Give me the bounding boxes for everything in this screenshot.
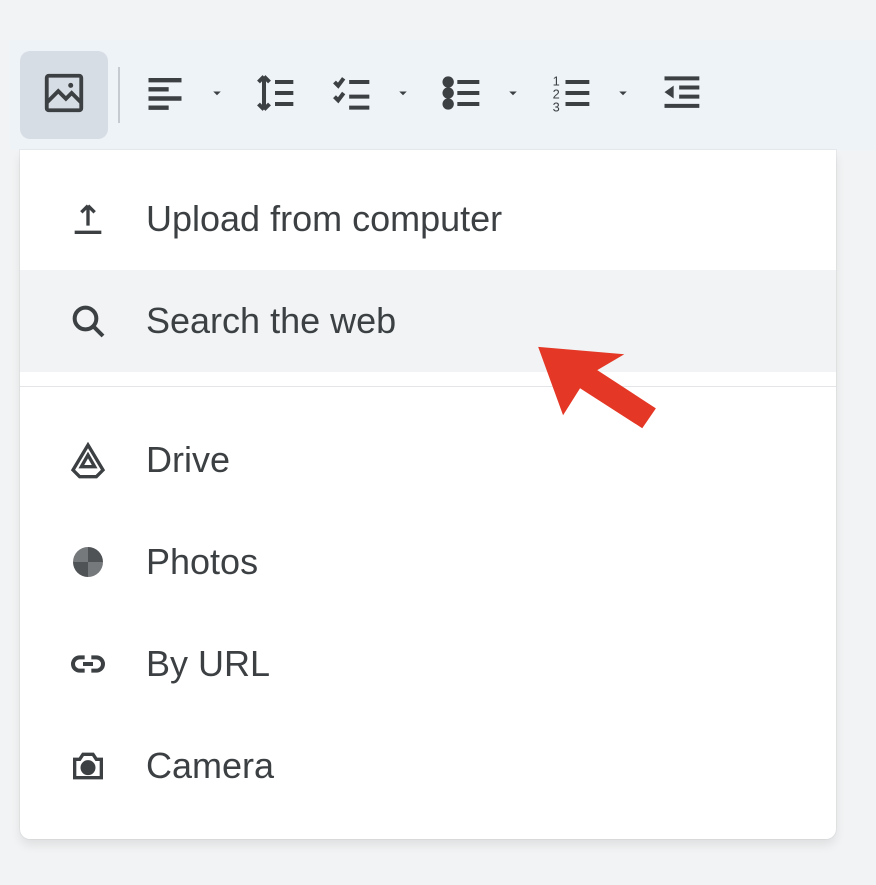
toolbar-region: 1 2 3	[10, 40, 876, 150]
chevron-down-icon	[504, 84, 522, 107]
decrease-indent-button[interactable]	[646, 51, 716, 139]
align-button[interactable]	[130, 51, 200, 139]
align-dropdown[interactable]	[200, 84, 234, 107]
menu-item-drive[interactable]: Drive	[20, 409, 836, 511]
chevron-down-icon	[394, 84, 412, 107]
toolbar-separator	[118, 67, 120, 123]
menu-item-label: By URL	[146, 643, 796, 685]
align-left-icon	[143, 71, 187, 120]
numbered-list-icon: 1 2 3	[549, 71, 593, 120]
line-spacing-icon	[253, 71, 297, 120]
line-spacing-button[interactable]	[240, 51, 310, 139]
menu-item-by-url[interactable]: By URL	[20, 613, 836, 715]
search-icon	[68, 301, 146, 341]
chevron-down-icon	[208, 84, 226, 107]
checklist-button[interactable]	[316, 51, 386, 139]
svg-text:3: 3	[553, 99, 560, 114]
menu-item-photos[interactable]: Photos	[20, 511, 836, 613]
bulleted-list-dropdown[interactable]	[496, 84, 530, 107]
menu-item-label: Drive	[146, 439, 796, 481]
link-icon	[68, 644, 146, 684]
menu-item-label: Upload from computer	[146, 198, 796, 240]
drive-icon	[68, 440, 146, 480]
bulleted-list-button[interactable]	[426, 51, 496, 139]
menu-item-label: Photos	[146, 541, 796, 583]
numbered-list-button[interactable]: 1 2 3	[536, 51, 606, 139]
numbered-list-dropdown[interactable]	[606, 84, 640, 107]
photos-icon	[68, 542, 146, 582]
toolbar: 1 2 3	[20, 50, 876, 140]
menu-item-label: Camera	[146, 745, 796, 787]
bulleted-list-icon	[439, 71, 483, 120]
menu-item-search-the-web[interactable]: Search the web	[20, 270, 836, 372]
image-icon	[41, 70, 87, 121]
checklist-dropdown[interactable]	[386, 84, 420, 107]
menu-item-camera[interactable]: Camera	[20, 715, 836, 817]
insert-image-menu: Upload from computer Search the web Driv…	[20, 150, 836, 839]
insert-image-button[interactable]	[20, 51, 108, 139]
camera-icon	[68, 746, 146, 786]
menu-divider	[20, 386, 836, 387]
menu-item-label: Search the web	[146, 300, 796, 342]
menu-item-upload-from-computer[interactable]: Upload from computer	[20, 168, 836, 270]
checklist-icon	[329, 71, 373, 120]
upload-icon	[68, 199, 146, 239]
decrease-indent-icon	[659, 71, 703, 120]
chevron-down-icon	[614, 84, 632, 107]
